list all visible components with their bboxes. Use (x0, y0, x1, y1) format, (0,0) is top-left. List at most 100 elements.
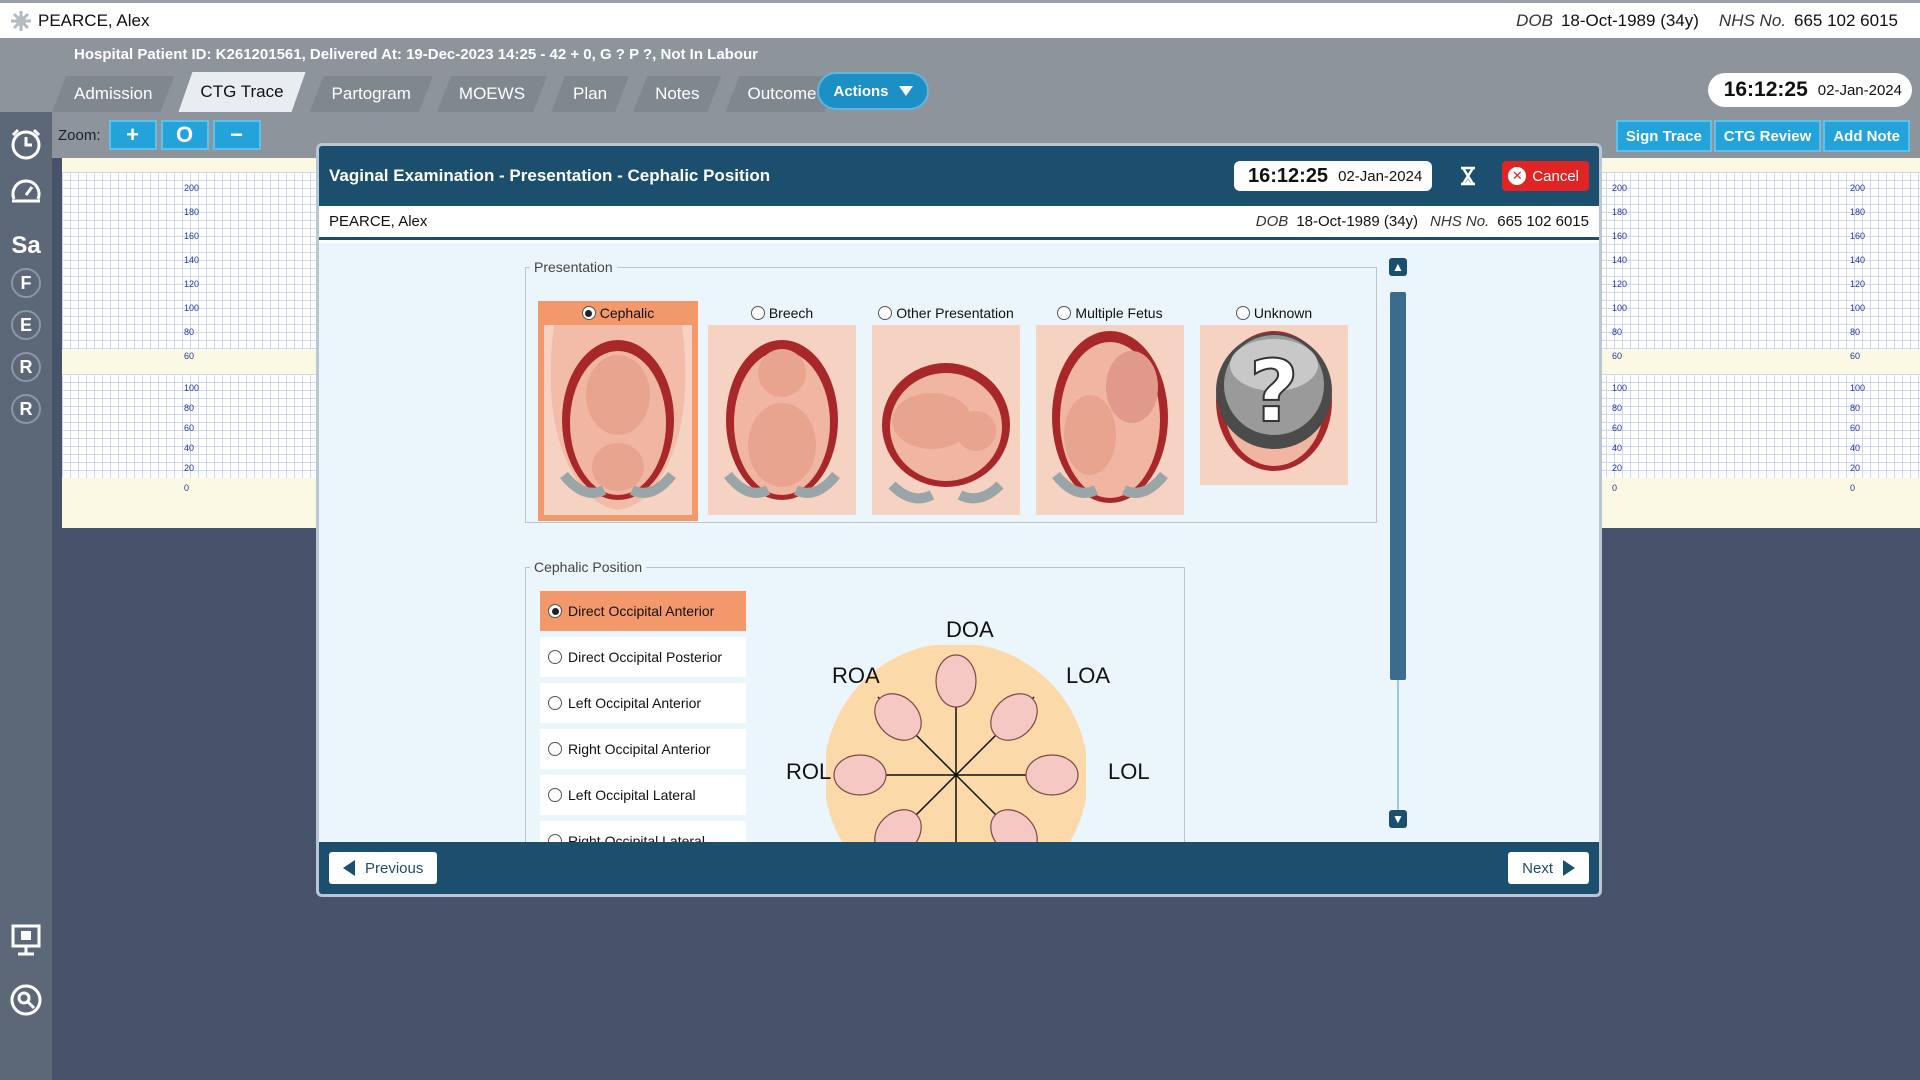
search-icon[interactable] (6, 980, 46, 1020)
radio-loa[interactable] (548, 696, 562, 710)
tab-notes[interactable]: Notes (633, 76, 721, 112)
position-roa-label: Right Occipital Anterior (568, 741, 711, 757)
actions-button[interactable]: Actions (817, 72, 929, 110)
position-roa[interactable]: Right Occipital Anterior (540, 729, 746, 769)
zoom-reset-button[interactable]: O (160, 120, 209, 150)
radio-doa[interactable] (548, 604, 562, 618)
position-dop-label: Direct Occipital Posterior (568, 649, 723, 665)
cephalic-illustration (544, 325, 692, 515)
presentation-multiple-label: Multiple Fetus (1075, 305, 1163, 321)
position-doa[interactable]: Direct Occipital Anterior (540, 591, 746, 631)
presentation-cephalic-label: Cephalic (599, 305, 655, 321)
tab-moews[interactable]: MOEWS (437, 76, 547, 112)
radio-breech[interactable] (750, 306, 765, 320)
monitor-icon[interactable] (6, 920, 46, 960)
radio-lol[interactable] (548, 788, 562, 802)
patient-banner: PEARCE, Alex DOB 18-Oct-1989 (34y) NHS N… (0, 0, 1920, 38)
ctg-review-button[interactable]: CTG Review (1713, 120, 1822, 152)
hourglass-icon[interactable] (1458, 166, 1478, 186)
position-dop[interactable]: Direct Occipital Posterior (540, 637, 746, 677)
cephalic-position-legend: Cephalic Position (534, 559, 643, 575)
arrow-right-icon (1563, 860, 1575, 876)
toco-scale-right: 100 80 60 40 20 0 (1850, 383, 1866, 493)
diagram-label-rol: ROL (786, 759, 832, 784)
toco-scale-mid: 100 80 60 40 20 0 (1612, 383, 1628, 493)
radio-dop[interactable] (548, 650, 562, 664)
presentation-other[interactable]: Other Presentation (866, 301, 1026, 521)
zoom-in-button[interactable]: + (108, 120, 157, 150)
next-button[interactable]: Next (1508, 852, 1589, 884)
presentation-other-label: Other Presentation (896, 305, 1014, 321)
diagram-label-roa: ROA (832, 663, 880, 688)
radio-roa[interactable] (548, 742, 562, 756)
radio-multiple-fetus[interactable] (1057, 306, 1072, 320)
app-logo-icon (11, 10, 31, 31)
gauge-history-icon[interactable] (6, 172, 46, 212)
dialog-nhs-value: 665 102 6015 (1497, 213, 1589, 230)
tab-plan[interactable]: Plan (551, 76, 629, 112)
tab-ctg-trace[interactable]: CTG Trace (178, 72, 305, 112)
diagram-label-loa: LOA (1066, 663, 1111, 688)
cancel-button[interactable]: ✕ Cancel (1502, 161, 1589, 191)
dialog-title: Vaginal Examination - Presentation - Cep… (329, 166, 771, 185)
rail-e[interactable]: E (11, 310, 41, 340)
dialog-scrollbar[interactable]: ▲ ▼ (1389, 258, 1407, 828)
scroll-down-icon[interactable]: ▼ (1389, 810, 1407, 828)
main-tabs: Admission CTG Trace Partogram MOEWS Plan… (52, 72, 842, 112)
position-loa-label: Left Occipital Anterior (568, 695, 702, 711)
tab-admission[interactable]: Admission (52, 76, 174, 112)
header-date: 02-Jan-2024 (1817, 81, 1902, 99)
tab-partogram[interactable]: Partogram (310, 76, 433, 112)
dialog-date: 02-Jan-2024 (1338, 167, 1423, 185)
close-icon: ✕ (1508, 167, 1527, 185)
scrollbar-thumb[interactable] (1390, 292, 1406, 680)
presentation-multiple[interactable]: Multiple Fetus (1030, 301, 1190, 521)
dialog-nhs-label: NHS No. (1430, 213, 1490, 230)
svg-text:?: ? (1249, 342, 1299, 442)
header-time: 16:12:25 (1723, 78, 1808, 101)
zoom-out-button[interactable]: − (212, 120, 261, 150)
position-lol[interactable]: Left Occipital Lateral (540, 775, 746, 815)
position-rol[interactable]: Right Occipital Lateral (540, 821, 746, 842)
dialog-patient-bar: PEARCE, Alex DOB 18-Oct-1989 (34y) NHS N… (319, 206, 1599, 240)
zoom-label: Zoom: (58, 126, 101, 144)
rail-sa[interactable]: Sa (6, 226, 46, 266)
chevron-down-icon (898, 86, 913, 96)
position-doa-label: Direct Occipital Anterior (568, 603, 715, 619)
radio-unknown[interactable] (1235, 306, 1250, 320)
dialog-dob-value: 18-Oct-1989 (34y) (1296, 213, 1419, 230)
dialog-header: Vaginal Examination - Presentation - Cep… (319, 146, 1599, 206)
multiple-fetus-illustration (1036, 325, 1184, 515)
sign-trace-button[interactable]: Sign Trace (1615, 120, 1712, 152)
clock-icon[interactable] (6, 124, 46, 164)
dialog-time: 16:12:25 (1248, 164, 1329, 187)
rail-r-2[interactable]: R (11, 394, 41, 424)
nhs-label: NHS No. (1718, 10, 1786, 30)
unknown-illustration: ? (1200, 325, 1348, 485)
dialog-footer: Previous Next (319, 842, 1599, 894)
previous-button[interactable]: Previous (329, 852, 438, 884)
position-rol-label: Right Occipital Lateral (568, 833, 705, 842)
radio-other-presentation[interactable] (878, 306, 893, 320)
scrollbar-track (1397, 680, 1399, 810)
presentation-unknown[interactable]: Unknown ? (1194, 301, 1354, 521)
rail-r-1[interactable]: R (11, 352, 41, 382)
ctg-actions: Sign Trace CTG Review Add Note (1615, 120, 1910, 152)
position-lol-label: Left Occipital Lateral (568, 787, 696, 803)
zoom-controls: Zoom: + O − (58, 120, 261, 150)
add-note-button[interactable]: Add Note (1823, 120, 1910, 152)
dob-label: DOB (1516, 10, 1553, 30)
presentation-cephalic[interactable]: Cephalic (538, 301, 698, 521)
fhr-scale-right: 200 180 160 140 120 100 80 60 (1850, 183, 1866, 361)
cephalic-position-group: Cephalic Position Direct Occipital Anter… (525, 559, 1185, 842)
radio-rol[interactable] (548, 834, 562, 842)
rail-f[interactable]: F (11, 268, 41, 298)
scroll-up-icon[interactable]: ▲ (1389, 258, 1407, 276)
vaginal-exam-dialog: Vaginal Examination - Presentation - Cep… (316, 143, 1602, 897)
record-header: Hospital Patient ID: K261201561, Deliver… (0, 38, 1920, 112)
radio-cephalic[interactable] (581, 306, 596, 320)
presentation-breech[interactable]: Breech (702, 301, 862, 521)
dialog-datetime-field[interactable]: 16:12:25 02-Jan-2024 (1234, 161, 1433, 191)
presentation-unknown-label: Unknown (1253, 305, 1313, 321)
position-loa[interactable]: Left Occipital Anterior (540, 683, 746, 723)
